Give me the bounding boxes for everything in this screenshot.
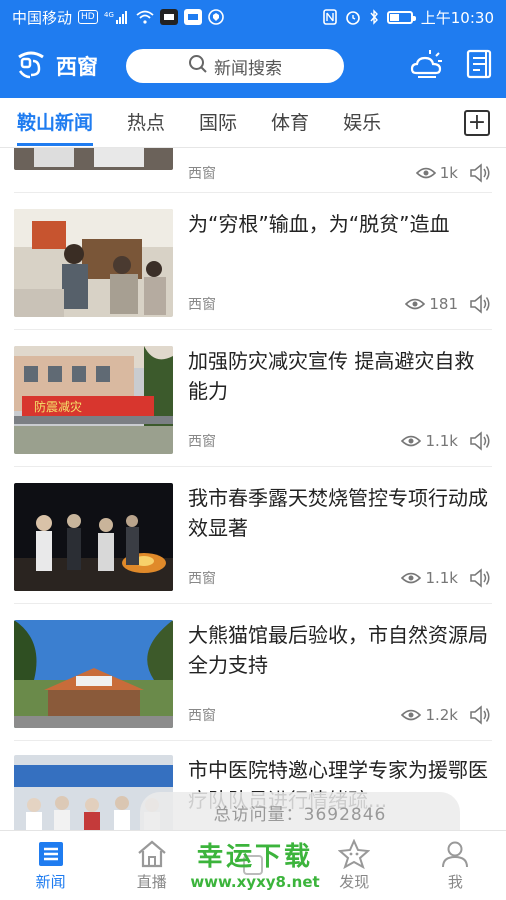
add-tab-button[interactable]: + — [464, 110, 490, 136]
news-thumbnail — [14, 209, 173, 317]
news-title: 我市春季露天焚烧管控专项行动成效显著 — [188, 486, 488, 540]
news-source: 西窗 — [188, 708, 216, 724]
news-source: 西窗 — [188, 166, 216, 182]
news-source: 西窗 — [188, 571, 216, 587]
speaker-icon[interactable] — [468, 567, 492, 589]
bluetooth-icon — [369, 9, 379, 25]
svg-text:4G: 4G — [104, 11, 114, 19]
news-item[interactable]: 西窗 1k — [14, 148, 492, 193]
speaker-icon[interactable] — [468, 293, 492, 315]
newspaper-icon[interactable] — [466, 49, 492, 83]
speaker-icon[interactable] — [468, 162, 492, 184]
view-count: 181 — [405, 295, 458, 313]
app-notification-icon — [159, 9, 178, 25]
category-tabs: 鞍山新闻 热点 国际 体育 娱乐 + — [0, 98, 506, 148]
news-meta: 西窗 1.1k — [188, 430, 492, 452]
tab-sports[interactable]: 体育 — [271, 98, 309, 148]
news-title: 加强防灾减灾宣传 提高避灾自救能力 — [188, 349, 475, 403]
wifi-icon — [136, 10, 154, 24]
center-icon — [243, 854, 263, 875]
speaker-icon[interactable] — [468, 704, 492, 726]
alarm-icon — [345, 9, 361, 25]
news-thumbnail — [14, 148, 173, 170]
status-bar: 中国移动 HD 4G 上午10:30 — [0, 0, 506, 34]
news-item[interactable]: 为“穷根”输血，为“脱贫”造血 西窗 181 — [14, 193, 492, 330]
tab-international[interactable]: 国际 — [199, 98, 237, 148]
news-thumbnail: 防震减灾 — [14, 346, 173, 454]
status-time: 上午10:30 — [420, 8, 494, 27]
news-thumbnail — [14, 483, 173, 591]
eye-icon — [401, 572, 422, 584]
news-icon — [38, 842, 63, 866]
nfc-icon — [322, 9, 337, 25]
search-icon — [188, 54, 208, 79]
app-header: 西窗 新闻搜索 — [0, 34, 506, 98]
news-meta: 西窗 1.1k — [188, 567, 492, 589]
news-meta: 西窗 1k — [188, 162, 492, 184]
bottom-nav: 新闻 直播 发现 我 — [0, 830, 506, 900]
shield-icon — [207, 9, 224, 25]
speaker-icon[interactable] — [468, 430, 492, 452]
app-notification-icon-2 — [183, 9, 202, 25]
profile-icon — [442, 841, 469, 868]
total-visits-overlay: 总访问量：3692846 — [140, 792, 460, 832]
battery-icon — [386, 10, 416, 24]
tab-anshan-news[interactable]: 鞍山新闻 — [17, 98, 94, 148]
carrier-label: 中国移动 — [12, 8, 73, 27]
nav-discover[interactable]: 发现 — [304, 831, 405, 900]
news-title: 为“穷根”输血，为“脱贫”造血 — [188, 212, 450, 236]
discover-icon — [338, 839, 371, 869]
eye-icon — [401, 709, 422, 721]
signal-icon: 4G — [104, 10, 130, 24]
news-source: 西窗 — [188, 434, 216, 450]
eye-icon — [401, 435, 422, 447]
news-title: 大熊猫馆最后验收，市自然资源局全力支持 — [188, 623, 488, 677]
nav-center[interactable] — [202, 831, 303, 900]
tab-hot[interactable]: 热点 — [127, 98, 165, 148]
weather-icon[interactable] — [410, 49, 444, 83]
hd-badge: HD — [78, 10, 98, 24]
view-count: 1.1k — [401, 432, 458, 450]
svg-text:防震减灾: 防震减灾 — [34, 399, 82, 414]
news-meta: 西窗 181 — [188, 293, 492, 315]
app-name: 西窗 — [56, 55, 98, 79]
search-bar[interactable]: 新闻搜索 — [126, 49, 344, 83]
news-item[interactable]: 我市春季露天焚烧管控专项行动成效显著 西窗 1.1k — [14, 467, 492, 604]
search-placeholder: 新闻搜索 — [214, 58, 282, 79]
app-logo: 西窗 — [14, 47, 98, 85]
news-item[interactable]: 防震减灾 加强防灾减灾宣传 提高避灾自救能力 西窗 1.1k — [14, 330, 492, 467]
news-source: 西窗 — [188, 297, 216, 313]
news-list: 西窗 1k 为“穷根”输血，为“脱贫”造血 西窗 181 防震减灾 加强防灾减灾… — [0, 148, 506, 830]
nav-live[interactable]: 直播 — [101, 831, 202, 900]
view-count: 1.2k — [401, 706, 458, 724]
logo-icon — [14, 47, 48, 85]
home-icon — [138, 840, 166, 868]
news-thumbnail — [14, 620, 173, 728]
tab-entertainment[interactable]: 娱乐 — [343, 98, 381, 148]
news-meta: 西窗 1.2k — [188, 704, 492, 726]
view-count: 1.1k — [401, 569, 458, 587]
news-item[interactable]: 大熊猫馆最后验收，市自然资源局全力支持 西窗 1.2k — [14, 604, 492, 741]
eye-icon — [405, 298, 426, 310]
nav-profile[interactable]: 我 — [405, 831, 506, 900]
view-count: 1k — [415, 164, 458, 182]
eye-icon — [415, 167, 436, 179]
nav-news[interactable]: 新闻 — [0, 831, 101, 900]
